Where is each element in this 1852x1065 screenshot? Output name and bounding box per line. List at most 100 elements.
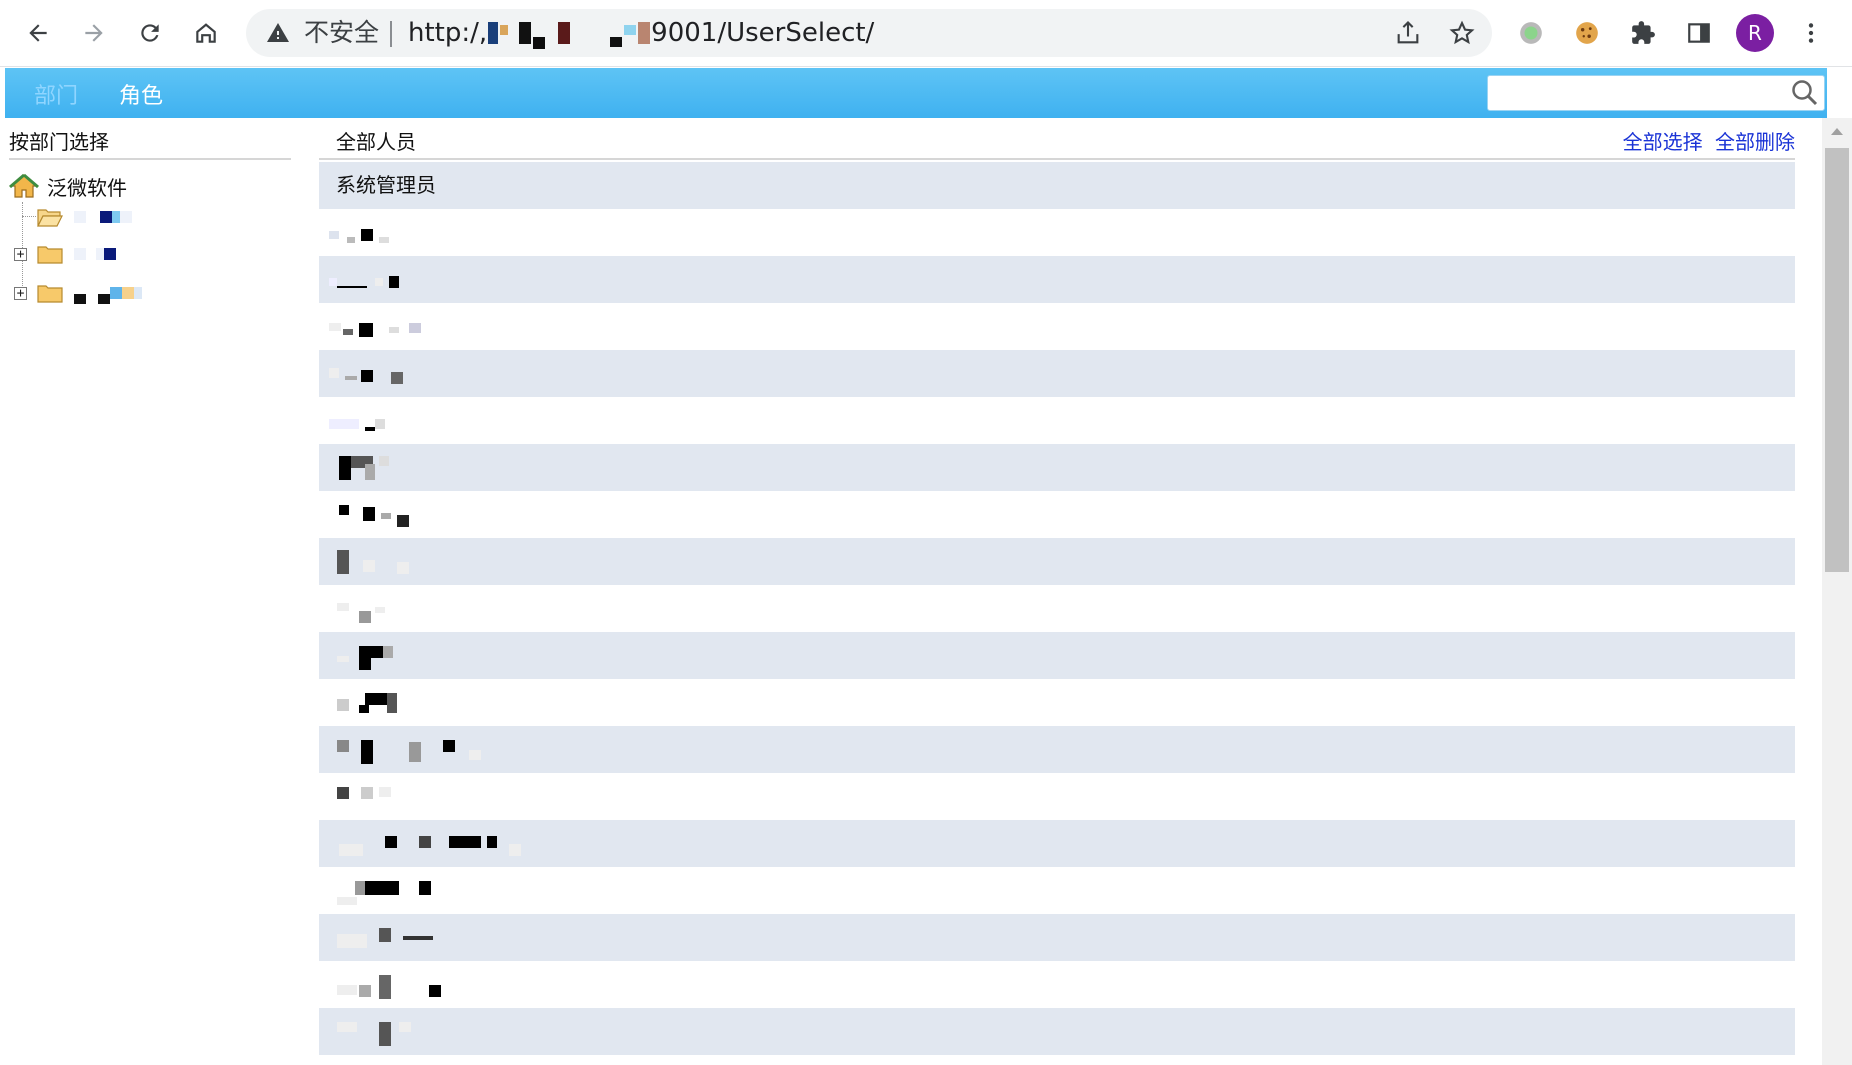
- user-row[interactable]: [319, 303, 1795, 350]
- tree-node[interactable]: +: [14, 240, 116, 268]
- redacted-user-name: [319, 632, 579, 679]
- user-row[interactable]: [319, 538, 1795, 585]
- star-icon[interactable]: [1448, 19, 1476, 47]
- redaction-block: [337, 699, 349, 711]
- security-label[interactable]: 不安全: [304, 9, 379, 57]
- back-button[interactable]: [17, 12, 59, 54]
- user-row[interactable]: [319, 867, 1795, 914]
- scroll-thumb[interactable]: [1825, 148, 1849, 572]
- folder-open-icon: [37, 209, 63, 227]
- redaction-block: [339, 456, 351, 480]
- user-row[interactable]: [319, 444, 1795, 491]
- folder-icon: [37, 285, 63, 303]
- side-panel-button[interactable]: [1678, 12, 1720, 54]
- redaction-block: [624, 25, 637, 35]
- redacted-user-name: [319, 867, 579, 914]
- user-row[interactable]: [319, 914, 1795, 961]
- redacted-user-name: [319, 303, 579, 350]
- redaction-block: [359, 705, 369, 713]
- redaction-block: [337, 656, 349, 662]
- redaction-block: [387, 693, 397, 713]
- redaction-block: [96, 248, 104, 260]
- redaction-block: [120, 211, 132, 223]
- home-button[interactable]: [185, 12, 227, 54]
- user-row[interactable]: [319, 773, 1795, 820]
- tree-node[interactable]: [36, 203, 132, 231]
- arrow-right-icon: [85, 24, 103, 42]
- redacted-user-name: [319, 773, 579, 820]
- user-row[interactable]: [319, 209, 1795, 256]
- redaction-block: [572, 22, 608, 44]
- redaction-block: [329, 323, 341, 331]
- user-row[interactable]: 系统管理员: [319, 162, 1795, 209]
- share-icon[interactable]: [1394, 19, 1422, 47]
- user-row[interactable]: [319, 961, 1795, 1008]
- redaction-block: [359, 658, 371, 670]
- tab-role[interactable]: 角色: [119, 68, 163, 126]
- redaction-block: [419, 836, 431, 848]
- extensions-button[interactable]: [1622, 12, 1664, 54]
- page-scrollbar[interactable]: [1822, 118, 1852, 1065]
- user-row[interactable]: [319, 491, 1795, 538]
- redaction-block: [134, 287, 142, 299]
- redaction-block: [339, 505, 349, 515]
- url-text[interactable]: http:/, 9001/UserSelect/: [408, 9, 874, 57]
- tab-department[interactable]: 部门: [34, 68, 78, 126]
- redacted-user-name: [319, 1008, 579, 1055]
- redaction-block: [337, 985, 357, 995]
- extension-button[interactable]: [1510, 12, 1552, 54]
- search-box: [1487, 75, 1825, 111]
- redaction-block: [122, 287, 134, 299]
- redaction-block: [329, 231, 339, 239]
- redaction-block: [361, 229, 373, 241]
- redacted-user-name: [319, 585, 579, 632]
- redaction-block: [355, 881, 365, 895]
- user-list-header: 全部人员 全部选择 全部删除: [319, 128, 1795, 160]
- search-input[interactable]: [1488, 76, 1794, 108]
- search-icon[interactable]: [1790, 78, 1820, 108]
- url-path: 9001/UserSelect/: [651, 18, 875, 48]
- user-row[interactable]: [319, 256, 1795, 303]
- redaction-block: [347, 237, 355, 243]
- redaction-block: [419, 881, 431, 895]
- redaction-block: [100, 211, 112, 223]
- user-row[interactable]: [319, 1008, 1795, 1055]
- redaction-block: [361, 881, 399, 895]
- user-row[interactable]: [319, 632, 1795, 679]
- user-row[interactable]: [319, 679, 1795, 726]
- menu-button[interactable]: [1790, 12, 1832, 54]
- redaction-block: [399, 1022, 411, 1032]
- warning-icon: [267, 23, 289, 42]
- user-row[interactable]: [319, 585, 1795, 632]
- redaction-block: [337, 286, 367, 288]
- select-all-link[interactable]: 全部选择: [1623, 130, 1703, 154]
- expand-toggle[interactable]: +: [14, 247, 27, 261]
- tree-node[interactable]: +: [14, 279, 142, 307]
- profile-button[interactable]: R: [1734, 12, 1776, 54]
- reload-button[interactable]: [129, 12, 171, 54]
- forward-button[interactable]: [73, 12, 115, 54]
- redaction-block: [74, 211, 86, 223]
- scroll-up-arrow-icon[interactable]: [1831, 128, 1843, 135]
- address-bar[interactable]: 不安全 http:/, 9001/UserSelect/: [246, 9, 1492, 57]
- redaction-block: [365, 693, 387, 705]
- cookie-extension-button[interactable]: [1566, 12, 1608, 54]
- redaction-block: [487, 836, 497, 848]
- user-row[interactable]: [319, 397, 1795, 444]
- redaction-block: [361, 370, 373, 382]
- user-row[interactable]: [319, 350, 1795, 397]
- tree-root-label: 泛微软件: [47, 175, 127, 200]
- redaction-block: [488, 22, 499, 44]
- user-row[interactable]: [319, 820, 1795, 867]
- expand-toggle[interactable]: +: [14, 286, 27, 300]
- tree-root[interactable]: 泛微软件: [9, 170, 127, 202]
- redaction-block: [509, 844, 521, 856]
- redacted-user-name: [319, 538, 579, 585]
- tree-node-label: [74, 211, 132, 223]
- tree-guide-line: [22, 216, 36, 217]
- delete-all-link[interactable]: 全部删除: [1715, 130, 1795, 154]
- list-actions: 全部选择 全部删除: [1617, 128, 1795, 156]
- department-panel-header: 按部门选择: [9, 128, 291, 160]
- redaction-block: [533, 37, 546, 49]
- user-row[interactable]: [319, 726, 1795, 773]
